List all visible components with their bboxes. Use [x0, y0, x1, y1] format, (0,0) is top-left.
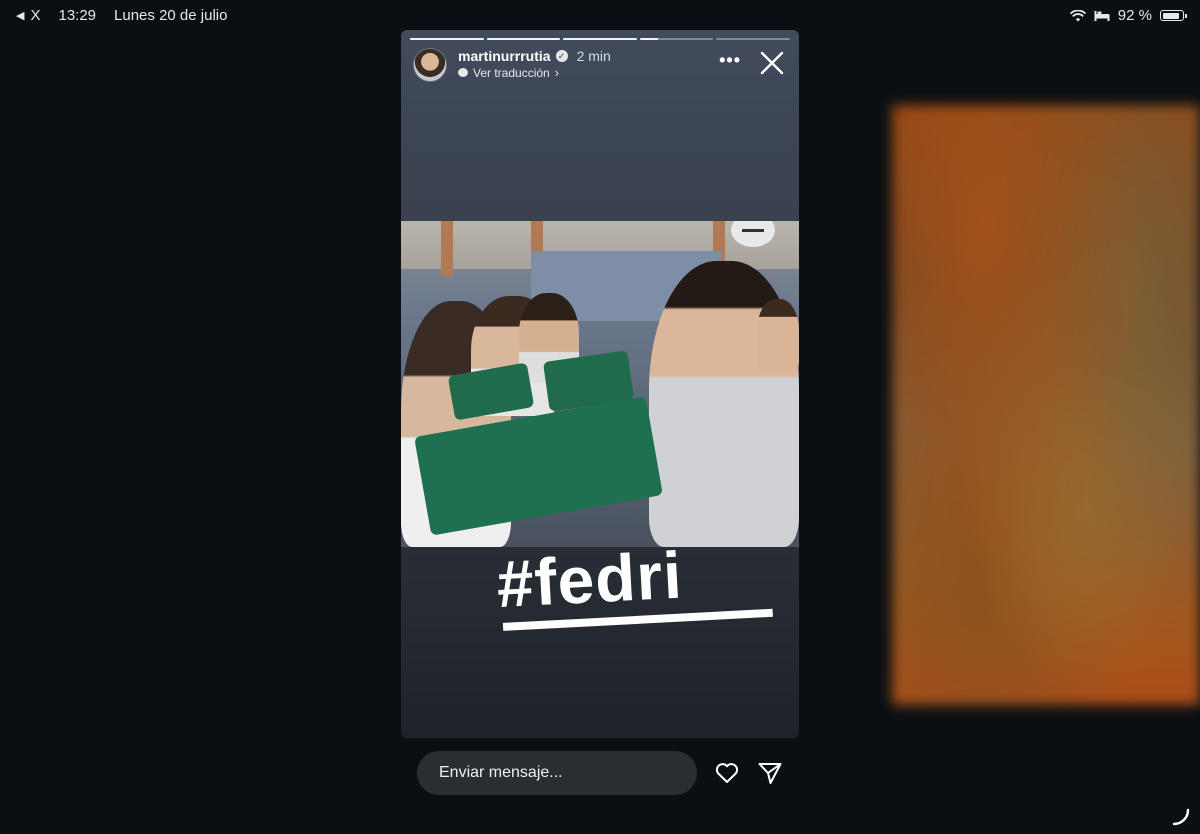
chevron-right-icon: ›: [554, 65, 560, 80]
story-photo: [401, 221, 799, 547]
next-story-preview[interactable]: [892, 105, 1200, 705]
verified-badge-icon: ✓: [555, 50, 568, 62]
translate-link[interactable]: Ver traducción ›: [458, 65, 559, 80]
status-date: Lunes 20 de julio: [114, 7, 228, 24]
sleep-bed-icon: [1094, 11, 1110, 21]
message-input[interactable]: [417, 751, 697, 795]
battery-percentage: 92 %: [1117, 7, 1152, 24]
status-bar-left: ◀ X 13:29 Lunes 20 de julio: [16, 7, 227, 24]
send-icon[interactable]: [757, 760, 783, 786]
progress-segment: [410, 38, 484, 40]
story-progress-bar: [410, 38, 790, 40]
close-icon[interactable]: [759, 50, 785, 76]
progress-segment: [563, 38, 637, 40]
story-card[interactable]: martinurrrutia ✓ 2 min Ver traducción › …: [401, 30, 799, 738]
status-time: 13:29: [58, 7, 97, 24]
avatar[interactable]: [413, 48, 447, 82]
translate-label: Ver traducción: [473, 65, 550, 80]
user-line: martinurrrutia ✓ 2 min: [458, 48, 611, 64]
progress-segment: [639, 38, 714, 40]
hashtag-text: #fedri: [494, 537, 685, 622]
heart-icon[interactable]: [714, 760, 740, 786]
progress-segment: [486, 38, 561, 40]
photo-beam: [441, 221, 453, 276]
story-viewer: ◀ X 13:29 Lunes 20 de julio 92 % martinu…: [0, 0, 1200, 834]
back-app-label[interactable]: X: [30, 7, 40, 24]
loading-spinner-icon: [1172, 808, 1190, 826]
progress-segment-fill: [410, 38, 484, 40]
post-time: 2 min: [576, 48, 611, 64]
back-arrow-icon[interactable]: ◀: [16, 9, 24, 22]
wifi-icon: [1069, 9, 1086, 21]
username[interactable]: martinurrrutia: [458, 48, 551, 64]
speech-bubble-icon: [458, 68, 468, 77]
battery-fill: [1162, 12, 1180, 19]
more-options-icon[interactable]: •••: [719, 50, 741, 71]
battery-icon: [1160, 10, 1187, 21]
story-header: martinurrrutia ✓ 2 min Ver traducción › …: [413, 48, 791, 84]
progress-segment-fill: [563, 38, 637, 40]
photo-person: [757, 299, 799, 369]
status-bar: ◀ X 13:29 Lunes 20 de julio 92 %: [0, 0, 1200, 34]
progress-segment-fill: [486, 38, 561, 40]
hashtag-sticker[interactable]: #fedri: [495, 537, 773, 631]
progress-segment-fill: [639, 38, 659, 40]
progress-segment: [716, 38, 790, 40]
status-bar-right: 92 %: [1069, 7, 1187, 24]
